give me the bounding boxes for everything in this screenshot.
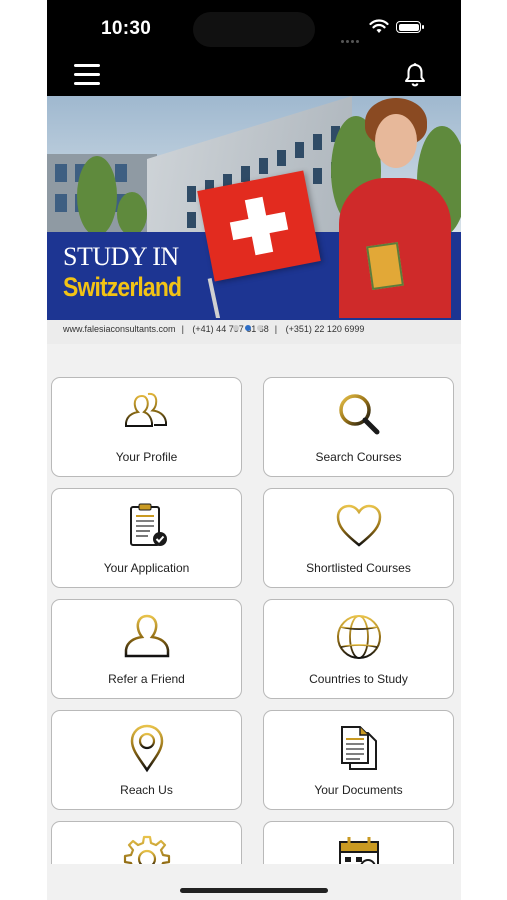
status-bar: 10:30	[47, 0, 461, 56]
documents-icon	[340, 726, 377, 770]
shortlisted-courses-label: Shortlisted Courses	[306, 561, 411, 575]
dynamic-island	[193, 12, 315, 47]
carousel-dot-active[interactable]	[245, 325, 251, 331]
promo-banner-carousel[interactable]: STUDY IN Switzerland www.falesiaconsulta…	[47, 96, 461, 344]
application-icon	[129, 503, 167, 546]
cellular-signal-icon	[341, 30, 363, 43]
status-time: 10:30	[101, 18, 152, 39]
hamburger-menu-icon[interactable]	[74, 64, 100, 86]
student-face	[375, 114, 417, 168]
search-courses-label: Search Courses	[315, 450, 402, 464]
carousel-dot[interactable]	[233, 325, 239, 331]
calendar-icon	[338, 837, 379, 864]
calendar-tile[interactable]	[263, 821, 454, 864]
carousel-dot[interactable]	[257, 325, 263, 331]
shortlisted-courses-tile[interactable]: Shortlisted Courses	[263, 488, 454, 588]
settings-tile[interactable]	[51, 821, 242, 864]
gear-icon	[123, 835, 170, 864]
reach-us-tile[interactable]: Reach Us	[51, 710, 242, 810]
globe-icon	[336, 615, 381, 659]
banner-tree	[117, 192, 147, 236]
reach-us-label: Reach Us	[120, 783, 173, 797]
banner-tree	[77, 156, 117, 236]
countries-to-study-label: Countries to Study	[309, 672, 408, 686]
wifi-icon	[369, 19, 389, 33]
your-profile-label: Your Profile	[115, 450, 178, 464]
refer-a-friend-tile[interactable]: Refer a Friend	[51, 599, 242, 699]
banner-phone-pt: (+351) 22 120 6999	[285, 324, 365, 334]
your-documents-label: Your Documents	[314, 783, 403, 797]
home-indicator[interactable]	[180, 888, 328, 893]
banner-country: Switzerland	[63, 272, 182, 302]
banner-website: www.falesiaconsultants.com	[63, 324, 176, 334]
person-icon	[124, 614, 169, 658]
search-courses-tile[interactable]: Search Courses	[263, 377, 454, 477]
profile-icon	[124, 392, 167, 427]
app-screen: 10:30 STUDY IN Switzerland www.falesiaco…	[47, 0, 461, 900]
location-pin-icon	[130, 724, 163, 773]
search-icon	[338, 394, 379, 435]
your-profile-tile[interactable]: Your Profile	[51, 377, 242, 477]
refer-a-friend-label: Refer a Friend	[108, 672, 185, 686]
top-app-bar	[47, 56, 461, 96]
countries-to-study-tile[interactable]: Countries to Study	[263, 599, 454, 699]
banner-contact-info: www.falesiaconsultants.com | (+41) 44 797…	[63, 324, 365, 334]
carousel-page-indicator[interactable]	[233, 318, 269, 336]
notification-bell-icon[interactable]	[403, 62, 427, 88]
your-application-label: Your Application	[103, 561, 190, 575]
feature-grid: Your Profile Search Courses Your Applica…	[47, 344, 461, 864]
battery-icon	[396, 21, 424, 33]
your-documents-tile[interactable]: Your Documents	[263, 710, 454, 810]
banner-headline: STUDY IN	[63, 242, 179, 271]
your-application-tile[interactable]: Your Application	[51, 488, 242, 588]
book-icon	[366, 241, 404, 291]
heart-icon	[336, 504, 381, 547]
bottom-safe-area	[47, 864, 461, 900]
